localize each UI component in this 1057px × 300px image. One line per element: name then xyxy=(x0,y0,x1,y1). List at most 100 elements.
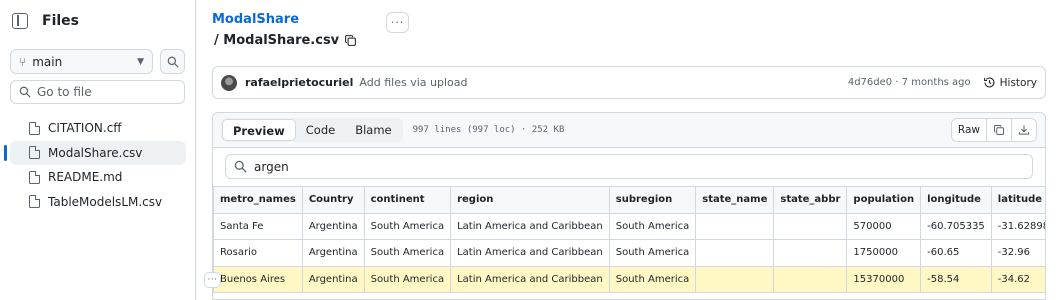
file-tree-item[interactable]: README.md xyxy=(10,165,186,189)
csv-table: metro_names Country continent region subregi… xyxy=(213,186,1045,293)
table-cell xyxy=(773,239,848,267)
table-header-row: metro_names Country continent region subregi… xyxy=(213,186,1045,214)
tab-code[interactable]: Code xyxy=(296,119,345,141)
table-cell xyxy=(773,265,848,293)
raw-button[interactable]: Raw xyxy=(952,119,986,141)
download-icon xyxy=(1018,125,1030,135)
file-tree-item[interactable]: ModalShare.csv xyxy=(4,140,186,165)
table-cell xyxy=(773,212,848,240)
table-cell: South America xyxy=(363,265,452,293)
commit-message[interactable]: Add files via upload xyxy=(359,76,467,89)
column-header: metro_names xyxy=(213,186,303,214)
search-files-button[interactable] xyxy=(160,49,185,74)
table-cell: 15370000 xyxy=(846,265,922,293)
file-icon xyxy=(29,146,40,159)
search-icon xyxy=(234,160,247,173)
file-viewer: Preview Code Blame 997 lines (997 loc) ·… xyxy=(212,112,1046,300)
table-cell xyxy=(695,212,775,240)
table-cell xyxy=(695,239,775,267)
file-tree-item-label: TableModelsLM.csv xyxy=(48,194,163,209)
table-cell: Latin America and Caribbean xyxy=(450,265,610,293)
search-icon xyxy=(19,86,31,98)
file-header: Preview Code Blame 997 lines (997 loc) ·… xyxy=(213,113,1045,148)
table-search: argen xyxy=(213,148,1045,186)
column-header: population xyxy=(846,186,922,214)
file-tree-item[interactable]: TableModelsLM.csv xyxy=(10,190,186,214)
table-cell: -31.628988 xyxy=(990,212,1045,240)
file-tree-item-label: CITATION.cff xyxy=(48,121,122,135)
table-cell: South America xyxy=(608,265,697,293)
commit-author[interactable]: rafaelprietocuriel xyxy=(245,76,353,89)
table-cell: South America xyxy=(363,212,452,240)
table-cell: 1750000 xyxy=(846,239,922,267)
file-path: / ModalShare.csv xyxy=(214,33,357,48)
table-cell: -60.705335 xyxy=(920,212,992,240)
table-search-input[interactable]: argen xyxy=(225,154,1033,179)
column-header: Country xyxy=(301,186,365,214)
table-row[interactable]: Santa Fe Argentina South America Latin Amer… xyxy=(213,212,1045,240)
table-cell: -60.65 xyxy=(920,239,992,267)
column-header: latitude xyxy=(990,186,1045,214)
table-cell: -58.54 xyxy=(920,265,992,293)
table-cell: Latin America and Caribbean xyxy=(450,212,610,240)
file-path-text: / ModalShare.csv xyxy=(214,33,340,48)
file-icon xyxy=(29,121,40,135)
table-cell: -34.62 xyxy=(990,265,1045,293)
view-mode-tabs: Preview Code Blame xyxy=(221,118,403,142)
table-cell: South America xyxy=(363,239,452,267)
more-options-button[interactable]: ··· xyxy=(386,12,409,33)
avatar[interactable] xyxy=(221,74,237,91)
table-cell: Rosario xyxy=(213,239,303,267)
search-icon xyxy=(167,56,178,67)
file-tree-sidebar: Files ⑂ main ▼ Go to file CITATION.cff Mo… xyxy=(0,0,196,300)
table-cell: -32.96 xyxy=(990,239,1045,267)
copy-path-icon[interactable] xyxy=(344,34,357,47)
history-label: History xyxy=(999,76,1037,89)
column-header: longitude xyxy=(920,186,992,214)
row-options-button[interactable]: ··· xyxy=(204,272,221,288)
table-cell: 570000 xyxy=(846,212,922,240)
table-search-value: argen xyxy=(254,159,289,174)
table-row[interactable]: Buenos Aires Argentina South America Latin … xyxy=(213,265,1045,293)
go-to-file-placeholder: Go to file xyxy=(37,85,92,99)
sidebar-collapse-icon[interactable] xyxy=(12,13,28,29)
file-tree-item[interactable]: CITATION.cff xyxy=(10,116,186,140)
table-cell: Argentina xyxy=(301,265,365,293)
copy-raw-button[interactable] xyxy=(986,119,1011,141)
column-header: continent xyxy=(363,186,452,214)
table-cell: Santa Fe xyxy=(213,212,303,240)
file-tree-item-label: ModalShare.csv xyxy=(48,145,143,160)
column-header: state_name xyxy=(695,186,775,214)
file-actions: Raw xyxy=(950,118,1037,142)
table-row[interactable]: Rosario Argentina South America Latin Ameri… xyxy=(213,239,1045,267)
commit-meta[interactable]: 4d76de0 · 7 months ago xyxy=(848,77,971,88)
file-info: 997 lines (997 loc) · 252 KB xyxy=(412,125,565,135)
column-header: subregion xyxy=(608,186,697,214)
branch-selector-button[interactable]: ⑂ main ▼ xyxy=(10,49,153,74)
table-cell: Argentina xyxy=(301,239,365,267)
repo-link[interactable]: ModalShare xyxy=(212,12,299,27)
column-header: state_abbr xyxy=(773,186,848,214)
copy-icon xyxy=(994,125,1004,135)
table-cell: South America xyxy=(608,212,697,240)
file-icon xyxy=(29,170,40,184)
file-icon xyxy=(29,195,40,208)
sidebar-title: Files xyxy=(42,13,79,29)
table-cell: Latin America and Caribbean xyxy=(450,239,610,267)
tab-blame[interactable]: Blame xyxy=(345,119,401,141)
download-button[interactable] xyxy=(1011,119,1036,141)
table-cell: South America xyxy=(608,239,697,267)
latest-commit-bar: rafaelprietocuriel Add files via upload … xyxy=(212,66,1046,99)
file-list: CITATION.cff ModalShare.csv README.md Table… xyxy=(4,116,186,214)
branch-name: main xyxy=(32,54,63,69)
tab-preview[interactable]: Preview xyxy=(222,119,296,141)
sidebar-header: Files xyxy=(12,13,79,29)
go-to-file-input[interactable]: Go to file xyxy=(10,80,185,104)
table-cell: Argentina xyxy=(301,212,365,240)
history-icon xyxy=(983,77,995,88)
file-tree-item-label: README.md xyxy=(48,170,123,184)
git-branch-icon: ⑂ xyxy=(19,54,27,69)
chevron-down-icon: ▼ xyxy=(137,56,144,67)
history-button[interactable]: History xyxy=(983,76,1037,89)
table-cell: Buenos Aires xyxy=(213,265,303,293)
